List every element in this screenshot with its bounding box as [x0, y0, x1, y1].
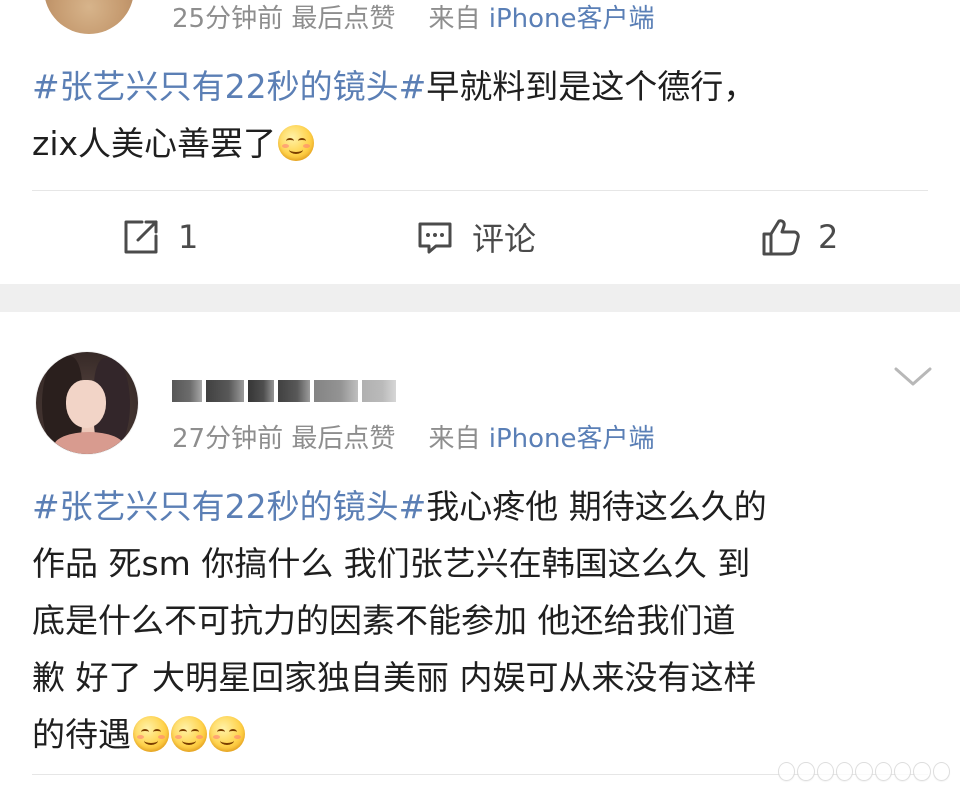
- post-meta: 25分钟前 最后点赞 来自 iPhone客户端: [172, 0, 654, 35]
- avatar[interactable]: [44, 0, 134, 34]
- post-separator: [0, 284, 960, 312]
- source-link[interactable]: iPhone客户端: [489, 4, 655, 34]
- source-prefix: 来自: [428, 424, 481, 454]
- post-text-line: 的待遇: [32, 715, 131, 754]
- source-prefix: 来自: [428, 4, 481, 34]
- post-text-line: zix人美心善罢了: [32, 124, 277, 163]
- comment-icon: [418, 222, 452, 254]
- post-text-line: 作品 死sm 你搞什么 我们张艺兴在韩国这么久 到: [32, 544, 751, 583]
- post-text-line: 我心疼他 期待这么久的: [426, 487, 767, 526]
- comment-label: 评论: [472, 220, 537, 258]
- smile-emoji-icon: [171, 716, 207, 752]
- like-count: 2: [818, 218, 839, 256]
- repost-icon: [124, 220, 158, 254]
- last-like-label: 最后点赞: [291, 4, 396, 34]
- post-content: #张艺兴只有22秒的镜头#早就料到是这个德行， zix人美心善罢了: [32, 58, 912, 172]
- thumbs-up-icon: [762, 219, 800, 256]
- post-text-line: 底是什么不可抗力的因素不能参加 他还给我们道: [32, 601, 736, 640]
- post-meta: 27分钟前 最后点赞 来自 iPhone客户端: [172, 418, 654, 455]
- post-time: 27分钟前: [172, 424, 284, 454]
- post-text-line: 歉 好了 大明星回家独自美丽 内娱可从来没有这样: [32, 658, 757, 697]
- feed: 25分钟前 最后点赞 来自 iPhone客户端 #张艺兴只有22秒的镜头#早就料…: [0, 0, 960, 794]
- topic-link[interactable]: #张艺兴只有22秒的镜头#: [32, 67, 426, 106]
- repost-button[interactable]: 1: [120, 212, 198, 262]
- post-content: #张艺兴只有22秒的镜头#我心疼他 期待这么久的 作品 死sm 你搞什么 我们张…: [32, 478, 932, 763]
- comment-button[interactable]: 评论: [414, 212, 536, 262]
- chevron-down-icon: [894, 367, 932, 386]
- action-bar: 1 评论 2: [0, 190, 960, 284]
- post-text-line: 早就料到是这个德行，: [426, 67, 757, 106]
- smile-emoji-icon: [209, 716, 245, 752]
- username-redacted[interactable]: [172, 372, 422, 402]
- avatar[interactable]: [36, 352, 138, 454]
- source-link[interactable]: iPhone客户端: [489, 424, 655, 454]
- last-like-label: 最后点赞: [291, 424, 396, 454]
- topic-link[interactable]: #张艺兴只有22秒的镜头#: [32, 487, 426, 526]
- repost-count: 1: [178, 218, 199, 256]
- watermark: [778, 760, 950, 782]
- more-options-button[interactable]: [892, 362, 934, 392]
- weibo-post-1: 25分钟前 最后点赞 来自 iPhone客户端 #张艺兴只有22秒的镜头#早就料…: [0, 0, 960, 284]
- like-button[interactable]: 2: [758, 212, 838, 262]
- smile-emoji-icon: [278, 125, 315, 161]
- post-time: 25分钟前: [172, 4, 284, 34]
- smile-emoji-icon: [133, 716, 169, 752]
